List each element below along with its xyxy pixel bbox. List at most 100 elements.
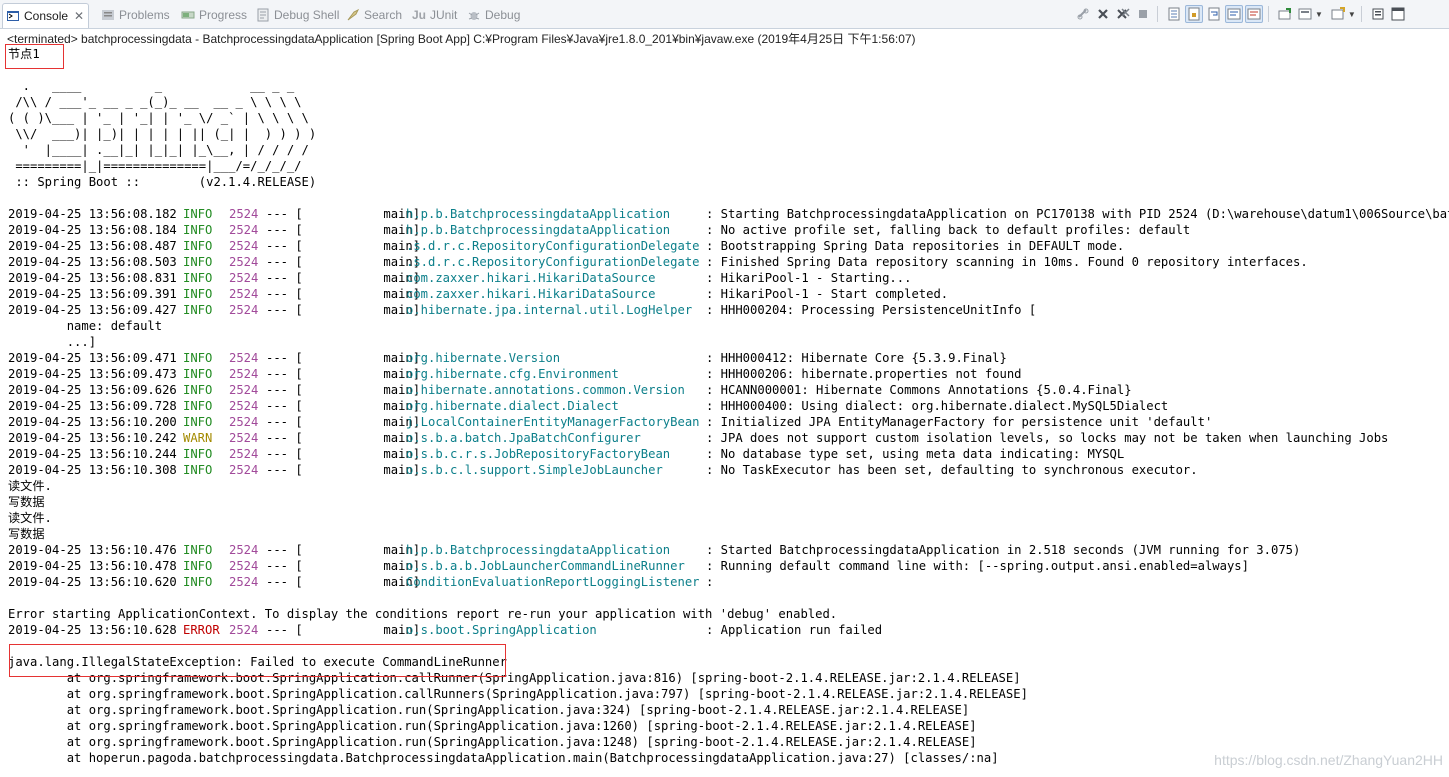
tab-search[interactable]: Search bbox=[346, 3, 402, 27]
log-timestamp: 2019-04-25 13:56:09.471 bbox=[8, 351, 177, 365]
log-thread: --- [ main] bbox=[266, 399, 421, 413]
log-message: : No TaskExecutor has been set, defaulti… bbox=[706, 463, 1198, 477]
show-on-stdout-icon[interactable] bbox=[1225, 5, 1243, 23]
log-line: 2019-04-25 13:56:10.244 INFO 2524 --- [ mai… bbox=[8, 446, 1449, 462]
log-level: INFO bbox=[183, 463, 213, 477]
terminate-icon[interactable] bbox=[1134, 5, 1152, 23]
log-level: INFO bbox=[183, 287, 213, 301]
watermark: https://blog.csdn.net/ZhangYuan2HH bbox=[1214, 752, 1443, 768]
remove-all-terminated-icon[interactable] bbox=[1114, 5, 1132, 23]
log-logger: .s.d.r.c.RepositoryConfigurationDelegate bbox=[406, 255, 700, 269]
log-level: INFO bbox=[183, 367, 213, 381]
log-pid: 2524 bbox=[229, 287, 259, 301]
debug-icon bbox=[467, 8, 481, 22]
minimize-icon[interactable] bbox=[1369, 5, 1387, 23]
log-pid: 2524 bbox=[229, 383, 259, 397]
log-timestamp: 2019-04-25 13:56:09.391 bbox=[8, 287, 177, 301]
log-level: INFO bbox=[183, 399, 213, 413]
log-pid: 2524 bbox=[229, 559, 259, 573]
console-line: ...] bbox=[8, 335, 97, 349]
clear-console-icon[interactable] bbox=[1165, 5, 1183, 23]
tab-debug[interactable]: Debug bbox=[467, 3, 520, 27]
log-pid: 2524 bbox=[229, 271, 259, 285]
log-thread: --- [ main] bbox=[266, 463, 421, 477]
log-logger: org.hibernate.Version bbox=[406, 351, 561, 365]
log-line: 2019-04-25 13:56:10.200 INFO 2524 --- [ mai… bbox=[8, 414, 1449, 430]
console-line: 节点1 bbox=[8, 47, 40, 61]
log-pid: 2524 bbox=[229, 367, 259, 381]
console-line: at org.springframework.boot.SpringApplic… bbox=[8, 735, 977, 749]
log-logger: com.zaxxer.hikari.HikariDataSource bbox=[406, 287, 656, 301]
console-icon bbox=[6, 9, 20, 23]
log-timestamp: 2019-04-25 13:56:09.427 bbox=[8, 303, 177, 317]
log-line: 2019-04-25 13:56:10.478 INFO 2524 --- [ mai… bbox=[8, 558, 1449, 574]
log-line: 2019-04-25 13:56:10.476 INFO 2524 --- [ mai… bbox=[8, 542, 1449, 558]
log-line: 2019-04-25 13:56:08.503 INFO 2524 --- [ mai… bbox=[8, 254, 1449, 270]
log-level: INFO bbox=[183, 415, 213, 429]
toolbar-separator bbox=[1360, 6, 1362, 22]
show-on-stderr-icon[interactable] bbox=[1245, 5, 1263, 23]
log-thread: --- [ main] bbox=[266, 239, 421, 253]
log-line: 2019-04-25 13:56:10.242 WARN 2524 --- [ mai… bbox=[8, 430, 1449, 446]
log-level: INFO bbox=[183, 383, 213, 397]
tab-label: Console bbox=[24, 9, 69, 23]
log-line: 2019-04-25 13:56:08.487 INFO 2524 --- [ mai… bbox=[8, 238, 1449, 254]
log-logger: h.p.b.BatchprocessingdataApplication bbox=[406, 543, 671, 557]
log-pid: 2524 bbox=[229, 447, 259, 461]
chevron-down-icon[interactable]: ▼ bbox=[1315, 10, 1323, 19]
open-console-icon[interactable] bbox=[1329, 5, 1347, 23]
log-level: WARN bbox=[183, 431, 213, 445]
log-level: INFO bbox=[183, 543, 213, 557]
scroll-lock-icon[interactable] bbox=[1185, 5, 1203, 23]
log-thread: --- [ main] bbox=[266, 271, 421, 285]
display-console-icon[interactable] bbox=[1296, 5, 1314, 23]
link-icon[interactable] bbox=[1074, 5, 1092, 23]
log-timestamp: 2019-04-25 13:56:10.200 bbox=[8, 415, 177, 429]
log-level: INFO bbox=[183, 223, 213, 237]
log-level: INFO bbox=[183, 559, 213, 573]
console-line: java.lang.IllegalStateException: Failed … bbox=[8, 655, 507, 669]
log-logger: o.s.b.c.r.s.JobRepositoryFactoryBean bbox=[406, 447, 671, 461]
word-wrap-icon[interactable] bbox=[1205, 5, 1223, 23]
log-pid: 2524 bbox=[229, 543, 259, 557]
log-logger: o.s.b.a.b.JobLauncherCommandLineRunner bbox=[406, 559, 685, 573]
log-logger: h.p.b.BatchprocessingdataApplication bbox=[406, 223, 671, 237]
log-logger: ConditionEvaluationReportLoggingListener bbox=[406, 575, 700, 589]
log-message: : JPA does not support custom isolation … bbox=[706, 431, 1389, 445]
log-pid: 2524 bbox=[229, 463, 259, 477]
tab-problems[interactable]: Problems bbox=[101, 3, 170, 27]
log-pid: 2524 bbox=[229, 239, 259, 253]
console-output[interactable]: 节点1 . ____ _ __ _ _ /\\ / ___'_ __ _ _(_… bbox=[8, 46, 1449, 777]
log-level: ERROR bbox=[183, 623, 220, 637]
remove-launch-icon[interactable] bbox=[1094, 5, 1112, 23]
log-message: : Application run failed bbox=[706, 623, 883, 637]
log-logger: o.s.boot.SpringApplication bbox=[406, 623, 597, 637]
log-message: : Started BatchprocessingdataApplication… bbox=[706, 543, 1301, 557]
close-icon[interactable]: ✕ bbox=[74, 9, 84, 23]
log-level: INFO bbox=[183, 575, 213, 589]
tab-debug-shell[interactable]: Debug Shell bbox=[256, 3, 339, 27]
log-level: INFO bbox=[183, 207, 213, 221]
maximize-icon[interactable] bbox=[1389, 5, 1407, 23]
spring-banner-line: \\/ ___)| |_)| | | | | || (_| | ) ) ) ) bbox=[8, 127, 317, 141]
search-icon bbox=[346, 8, 360, 22]
log-message: : HikariPool-1 - Starting... bbox=[706, 271, 912, 285]
log-message: : HHH000206: hibernate.properties not fo… bbox=[706, 367, 1022, 381]
log-pid: 2524 bbox=[229, 223, 259, 237]
log-line: 2019-04-25 13:56:09.728 INFO 2524 --- [ mai… bbox=[8, 398, 1449, 414]
tab-label: Progress bbox=[199, 8, 248, 22]
log-pid: 2524 bbox=[229, 207, 259, 221]
log-message: : No database type set, using meta data … bbox=[706, 447, 1125, 461]
tab-console[interactable]: Console ✕ bbox=[2, 3, 90, 28]
log-pid: 2524 bbox=[229, 415, 259, 429]
tab-junit[interactable]: Ju JUnit bbox=[412, 3, 457, 27]
log-message: : Bootstrapping Spring Data repositories… bbox=[706, 239, 1125, 253]
tab-progress[interactable]: Progress bbox=[181, 3, 247, 27]
spring-banner-line: :: Spring Boot :: (v2.1.4.RELEASE) bbox=[8, 175, 317, 189]
log-thread: --- [ main] bbox=[266, 223, 421, 237]
pin-console-icon[interactable] bbox=[1276, 5, 1294, 23]
spring-banner-line: =========|_|==============|___/=/_/_/_/ bbox=[8, 159, 302, 173]
chevron-down-icon[interactable]: ▼ bbox=[1348, 10, 1356, 19]
log-level: INFO bbox=[183, 447, 213, 461]
